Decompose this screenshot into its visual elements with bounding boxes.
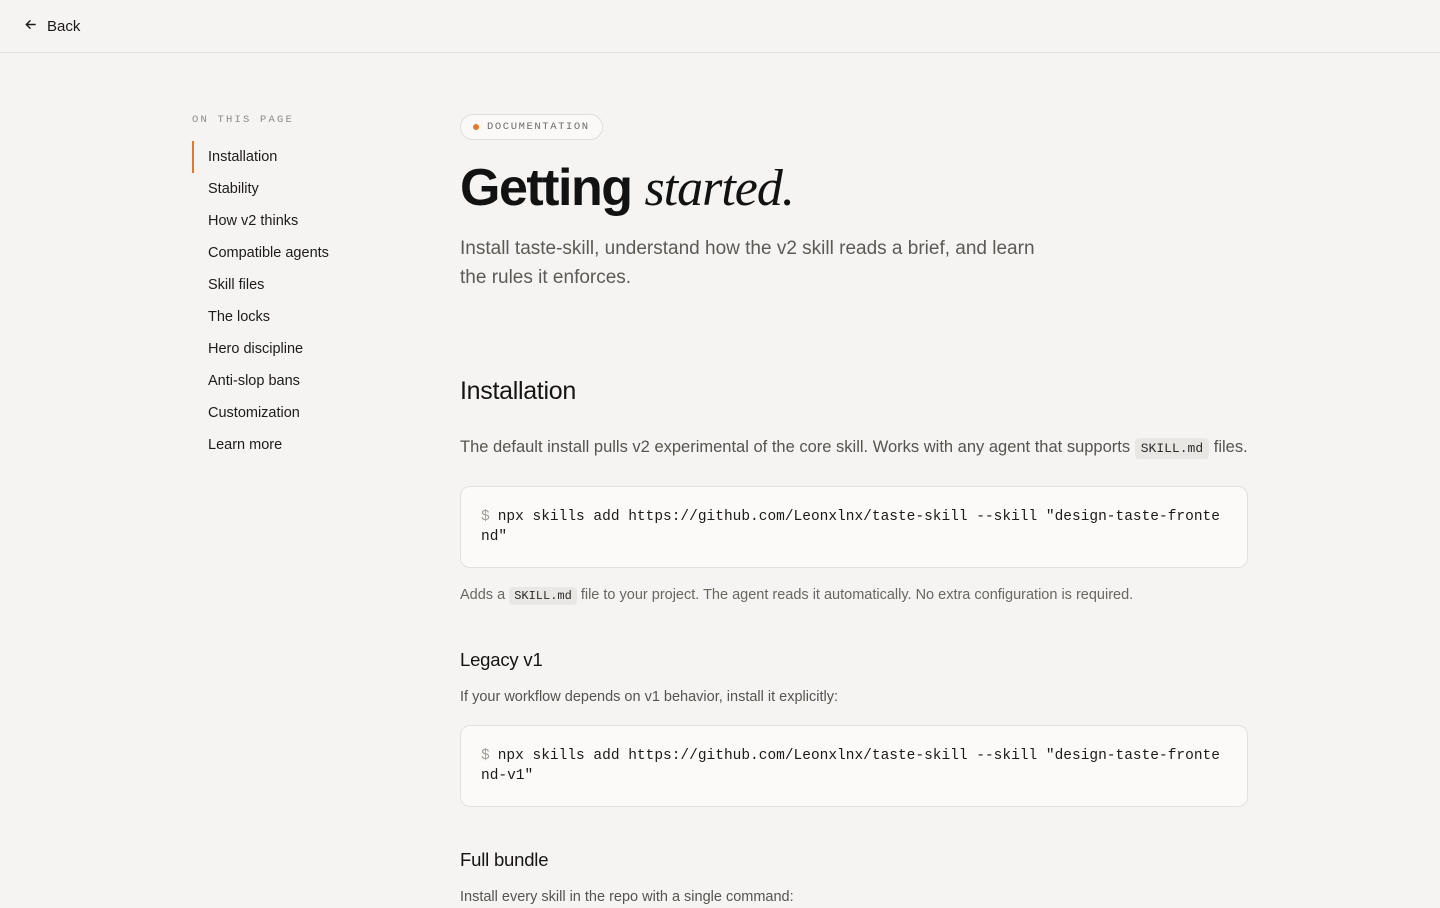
page-lead: Install taste-skill, understand how the … [460, 238, 1035, 288]
bundle-heading: Full bundle [460, 849, 549, 870]
installation-intro-text: The default install pulls v2 experimenta… [460, 438, 1131, 456]
toc-item-hero-discipline[interactable]: Hero discipline [192, 333, 412, 365]
installation-heading: Installation [460, 377, 576, 405]
badge-dot-icon [473, 124, 479, 130]
toc-item-skill-files[interactable]: Skill files [192, 269, 412, 301]
legacy-text: If your workflow depends on v1 behavior,… [460, 689, 838, 705]
bundle-text: Install every skill in the repo with a s… [460, 889, 794, 905]
back-label: Back [47, 17, 81, 35]
legacy-command-block[interactable]: $ npx skills add https://github.com/Leonx… [460, 725, 1248, 807]
badge-label: DOCUMENTATION [487, 121, 590, 133]
toc-item-stability[interactable]: Stability [192, 173, 412, 205]
command-prompt: $ [481, 748, 490, 764]
inline-code-skill-md-note: SKILL.md [509, 587, 577, 605]
installation-note-text: Adds a [460, 587, 506, 603]
legacy-command[interactable]: npx skills add https://github.com/Leonxl… [481, 748, 1220, 784]
installation-note-text-end: file to your project. The agent reads it… [580, 587, 1134, 603]
command-prompt: $ [481, 509, 490, 525]
toc-item-compatible-agents[interactable]: Compatible agents [192, 237, 412, 269]
title-accent: started. [644, 160, 794, 217]
installation-intro: The default install pulls v2 experimenta… [460, 434, 1248, 462]
table-of-contents: ON THIS PAGE Installation Stability How … [192, 114, 412, 461]
installation-intro-text-end: files. [1213, 438, 1248, 456]
top-bar: Back [0, 0, 1440, 53]
toc-item-learn-more[interactable]: Learn more [192, 429, 412, 461]
main-content: DOCUMENTATION Getting started. Install t… [460, 114, 1248, 908]
install-command-block[interactable]: $ npx skills add https://github.com/Leonx… [460, 486, 1248, 568]
install-command[interactable]: npx skills add https://github.com/Leonxl… [481, 509, 1220, 545]
toc-item-how-v2-thinks[interactable]: How v2 thinks [192, 205, 412, 237]
documentation-badge: DOCUMENTATION [460, 114, 603, 140]
legacy-heading: Legacy v1 [460, 649, 543, 670]
toc-item-installation[interactable]: Installation [192, 141, 412, 173]
toc-item-anti-slop-bans[interactable]: Anti-slop bans [192, 365, 412, 397]
installation-note: Adds a SKILL.md file to your project. Th… [460, 584, 1248, 607]
inline-code-skill-md: SKILL.md [1134, 438, 1210, 459]
back-button[interactable]: Back [24, 15, 80, 37]
title-main: Getting [460, 159, 633, 217]
toc-heading: ON THIS PAGE [192, 114, 295, 126]
arrow-left-icon [24, 18, 37, 35]
toc-item-the-locks[interactable]: The locks [192, 301, 412, 333]
toc-item-customization[interactable]: Customization [192, 397, 412, 429]
page-title: Getting started. [460, 158, 1248, 219]
